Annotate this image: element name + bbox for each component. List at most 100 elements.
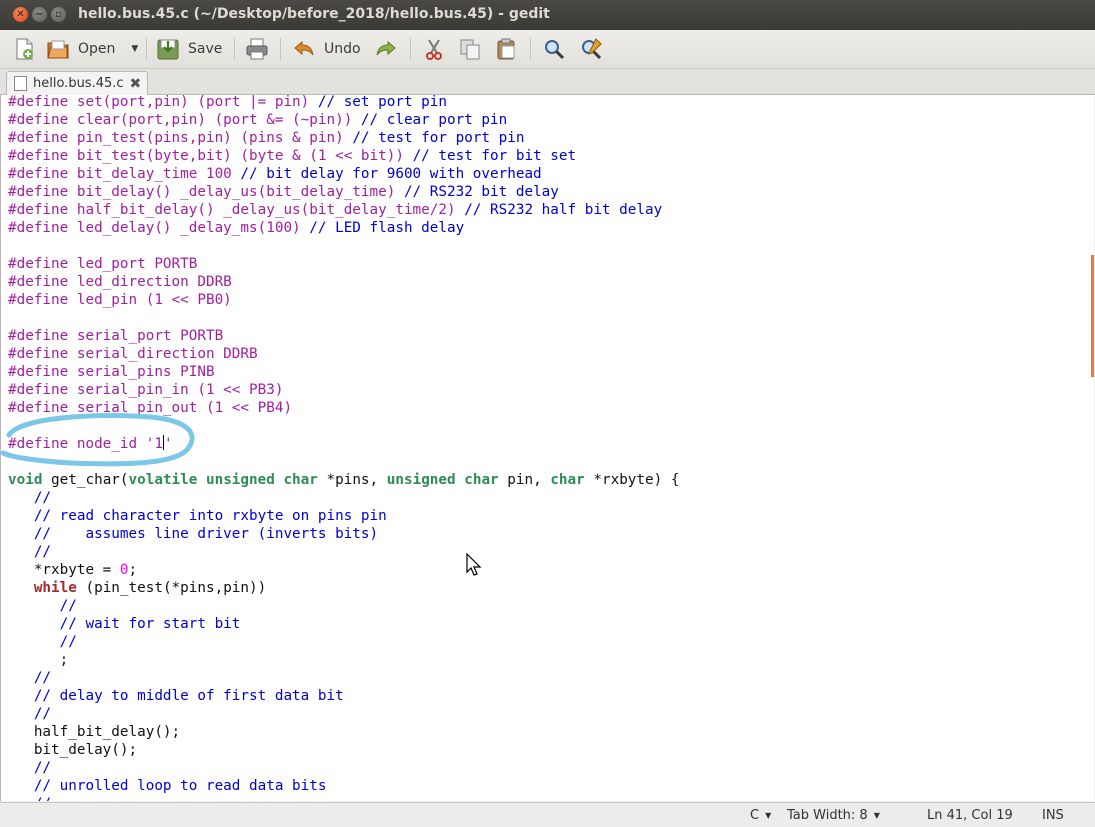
code-token: // [8,490,52,506]
code-token: #define half_bit_delay() _delay_us(bit_d… [8,202,465,218]
window-close-button[interactable]: ✕ [13,7,28,22]
code-line: #define bit_delay_time 100 // bit delay … [8,165,679,183]
paste-icon [497,38,515,60]
code-token: #define serial_pin_in (1 << PB3) [8,382,284,398]
copy-icon [460,39,480,60]
code-token: #define serial_pins PINB [8,364,215,380]
code-token: #define bit_test(byte,bit) (byte & (1 <<… [8,148,413,164]
code-line: #define pin_test(pins,pin) (pins & pin) … [8,129,679,147]
code-line: #define half_bit_delay() _delay_us(bit_d… [8,201,679,219]
code-token: // bit delay for 9600 with overhead [240,166,542,182]
code-token: *rxbyte) { [584,472,680,488]
code-token: // assumes line driver (inverts bits) [8,526,379,542]
print-button[interactable] [245,34,269,64]
code-token: // [8,670,52,686]
code-token: // clear port pin [360,112,508,128]
code-token: // set port pin [317,95,447,110]
code-editor[interactable]: #define set(port,pin) (port |= pin) // s… [0,95,1094,801]
tab-hello-bus-45-c[interactable]: hello.bus.45.c ✖ [6,71,148,95]
find-replace-icon [582,38,602,60]
code-line: // [8,759,679,777]
code-token: // [8,598,77,614]
code-token: *rxbyte = [8,562,120,578]
code-token: *pins, [317,472,387,488]
code-token: bit_delay(); [8,742,138,758]
code-line: half_bit_delay(); [8,723,679,741]
window-maximize-button[interactable]: ▫ [51,7,66,22]
code-line: #define serial_direction DDRB [8,345,679,363]
window-title: hello.bus.45.c (~/Desktop/before_2018/he… [78,6,550,22]
code-line: while (pin_test(*pins,pin)) [8,579,679,597]
code-token: // [8,634,77,650]
undo-button[interactable]: Undo [292,34,361,64]
language-label: C [750,808,760,823]
code-line: #define bit_delay() _delay_us(bit_delay_… [8,183,679,201]
language-selector[interactable]: C ▼ [750,808,771,823]
code-line: #define serial_pins PINB [8,363,679,381]
code-token: ; [8,652,69,668]
save-button[interactable]: Save [156,34,222,64]
document-tab-bar: hello.bus.45.c ✖ [0,69,1095,95]
code-token: #define bit_delay() _delay_us(bit_delay_… [8,184,404,200]
code-line: // assumes line driver (inverts bits) [8,525,679,543]
copy-button[interactable] [458,34,482,64]
redo-button[interactable] [374,34,398,64]
code-token: while [8,580,77,596]
code-token: // unrolled loop to read data bits [8,778,327,794]
redo-arrow-icon [376,40,396,56]
code-token: #define clear(port,pin) (port &= (~pin)) [8,112,361,128]
chevron-down-icon: ▼ [873,811,880,820]
open-button[interactable]: Open ▼ [46,34,138,64]
code-line: // [8,543,679,561]
code-token: // delay to middle of first data bit [8,688,344,704]
tab-width-label: Tab Width: 8 [787,808,868,823]
code-token: // test for port pin [352,130,525,146]
code-token: #define led_port PORTB [8,256,198,272]
code-token: #define pin_test(pins,pin) (pins & pin) [8,130,353,146]
close-tab-icon[interactable]: ✖ [130,76,142,92]
toolbar-separator [234,38,235,60]
code-token: #define led_direction DDRB [8,274,232,290]
insert-mode: INS [1042,808,1064,823]
code-token: // [8,796,51,801]
code-line: // read character into rxbyte on pins pi… [8,507,679,525]
code-token: // [8,706,52,722]
code-line: #define serial_pin_in (1 << PB3) [8,381,679,399]
code-line: // [8,705,679,723]
code-line: #define clear(port,pin) (port &= (~pin))… [8,111,679,129]
document-icon [14,76,27,91]
code-line: #define led_pin (1 << PB0) [8,291,679,309]
code-token: half_bit_delay(); [8,724,181,740]
code-line: // unrolled loop to read data bits [8,777,679,795]
code-line: #define set(port,pin) (port |= pin) // s… [8,95,679,111]
code-line: // wait for start bit [8,615,679,633]
window-minimize-button[interactable]: − [32,7,47,22]
code-token: #define set(port,pin) (port |= pin) [8,95,318,110]
open-label: Open [78,41,116,57]
cut-button[interactable] [422,34,446,64]
find-replace-button[interactable] [579,34,603,64]
save-icon [157,39,179,60]
code-token: pin, [498,472,551,488]
paste-button[interactable] [494,34,518,64]
toolbar: Open ▼ Save Undo [0,30,1095,69]
code-token: char [550,472,585,488]
find-button[interactable] [542,34,566,64]
chevron-down-icon: ▼ [765,811,772,820]
print-icon [246,38,268,60]
code-token: // LED flash delay [309,220,465,236]
open-recent-dropdown-icon[interactable]: ▼ [131,44,138,54]
toolbar-separator [146,38,147,60]
save-label: Save [188,41,223,57]
code-token: // wait for start bit [8,616,241,632]
vertical-scrollbar[interactable] [1091,255,1094,377]
tab-width-selector[interactable]: Tab Width: 8 ▼ [787,808,880,823]
new-document-button[interactable] [12,34,36,64]
code-line: // [8,489,679,507]
hand-drawn-circle-annotation [1,413,195,467]
code-line: #define serial_port PORTB [8,327,679,345]
new-document-icon [16,38,33,60]
code-token: // [8,760,52,776]
